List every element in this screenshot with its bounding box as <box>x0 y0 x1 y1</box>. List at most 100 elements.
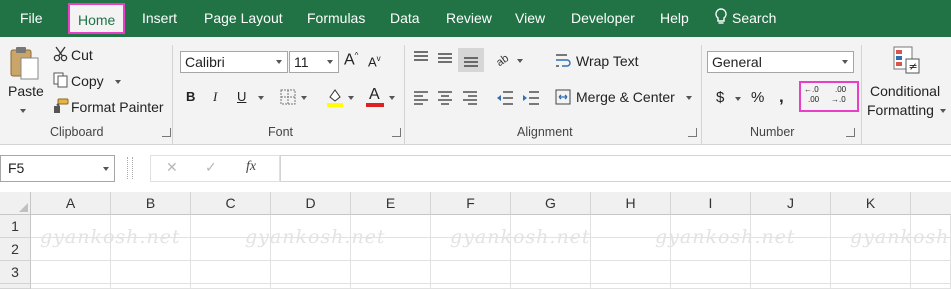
cell[interactable] <box>431 261 511 284</box>
align-center-icon[interactable] <box>437 91 453 105</box>
comma-style-button[interactable]: , <box>779 87 784 107</box>
alignment-launcher-icon[interactable] <box>688 128 697 137</box>
conditional-formatting-button[interactable]: ≠ Conditional Formatting <box>866 43 951 123</box>
font-size-dropdown-icon[interactable] <box>327 60 333 64</box>
column-header-e[interactable]: E <box>351 192 431 215</box>
tab-insert[interactable]: Insert <box>142 0 177 37</box>
select-all-button[interactable] <box>0 192 31 215</box>
cancel-entry-button[interactable]: ✕ <box>166 159 178 176</box>
format-painter-button[interactable]: Format Painter <box>51 97 166 117</box>
borders-dropdown-icon[interactable] <box>301 96 307 100</box>
clipboard-launcher-icon[interactable] <box>162 128 171 137</box>
row-header-2[interactable]: 2 <box>0 238 31 261</box>
cell[interactable] <box>751 284 831 289</box>
underline-button[interactable]: U <box>237 89 246 104</box>
number-format-dropdown-icon[interactable] <box>842 60 848 64</box>
merge-center-button[interactable]: Merge & Center <box>555 87 700 107</box>
insert-function-button[interactable]: fx <box>246 159 256 175</box>
column-header-g[interactable]: G <box>511 192 591 215</box>
cell[interactable] <box>911 284 951 289</box>
cell[interactable] <box>911 261 951 284</box>
number-launcher-icon[interactable] <box>846 128 855 137</box>
percent-style-button[interactable]: % <box>751 89 764 106</box>
font-size-combo[interactable]: 11 <box>289 51 339 73</box>
cell[interactable] <box>191 261 271 284</box>
column-header-partial[interactable] <box>911 192 951 215</box>
column-header-j[interactable]: J <box>751 192 831 215</box>
cell[interactable] <box>31 284 111 289</box>
font-color-dropdown-icon[interactable] <box>389 96 395 100</box>
increase-font-size-button[interactable]: A^ <box>344 51 358 69</box>
copy-button[interactable]: Copy <box>51 71 131 91</box>
cell[interactable] <box>271 284 351 289</box>
cell[interactable] <box>351 261 431 284</box>
column-header-d[interactable]: D <box>271 192 351 215</box>
tab-file[interactable]: File <box>20 0 43 37</box>
accounting-format-dropdown-icon[interactable] <box>735 97 741 101</box>
font-color-button[interactable]: A <box>366 86 384 108</box>
column-header-b[interactable]: B <box>111 192 191 215</box>
tab-help[interactable]: Help <box>660 0 689 37</box>
copy-dropdown-icon[interactable] <box>115 80 121 84</box>
name-box-dropdown-icon[interactable] <box>103 167 109 171</box>
cell[interactable] <box>31 261 111 284</box>
column-header-i[interactable]: I <box>671 192 751 215</box>
decrease-indent-icon[interactable] <box>496 91 514 105</box>
decrease-font-size-button[interactable]: Av <box>368 54 381 69</box>
column-header-k[interactable]: K <box>831 192 911 215</box>
merge-center-dropdown-icon[interactable] <box>686 96 692 100</box>
paste-button[interactable]: Paste <box>6 43 46 123</box>
cell[interactable] <box>831 284 911 289</box>
conditional-formatting-dropdown-icon[interactable] <box>940 109 946 113</box>
font-launcher-icon[interactable] <box>392 128 401 137</box>
bold-button[interactable]: B <box>186 89 195 104</box>
number-format-combo[interactable]: General <box>707 51 854 73</box>
paste-dropdown-icon[interactable] <box>20 109 26 113</box>
cell[interactable] <box>511 261 591 284</box>
fill-color-icon[interactable] <box>326 87 344 107</box>
cell[interactable] <box>351 284 431 289</box>
cell[interactable] <box>191 284 271 289</box>
wrap-text-button[interactable]: Wrap Text <box>555 51 655 71</box>
cell[interactable] <box>111 261 191 284</box>
row-header-1[interactable]: 1 <box>0 215 31 238</box>
column-header-a[interactable]: A <box>31 192 111 215</box>
column-header-f[interactable]: F <box>431 192 511 215</box>
cell[interactable] <box>751 261 831 284</box>
row-header-3[interactable]: 3 <box>0 261 31 284</box>
align-left-icon[interactable] <box>413 91 429 105</box>
column-header-h[interactable]: H <box>591 192 671 215</box>
row-header-partial[interactable] <box>0 284 31 289</box>
cell[interactable] <box>111 284 191 289</box>
fill-color-dropdown-icon[interactable] <box>348 96 354 100</box>
tab-home[interactable]: Home <box>68 3 126 34</box>
enter-button[interactable]: ✓ <box>205 159 217 176</box>
tab-formulas[interactable]: Formulas <box>307 0 365 37</box>
orientation-icon[interactable]: ab <box>494 50 512 66</box>
borders-icon[interactable] <box>280 89 296 105</box>
middle-align-icon[interactable] <box>437 51 453 65</box>
cell[interactable] <box>591 284 671 289</box>
search-box[interactable]: Search <box>714 0 776 37</box>
orientation-dropdown-icon[interactable] <box>517 59 523 63</box>
underline-dropdown-icon[interactable] <box>258 96 264 100</box>
bottom-align-button[interactable] <box>458 48 484 72</box>
tab-view[interactable]: View <box>515 0 545 37</box>
tab-data[interactable]: Data <box>390 0 420 37</box>
font-name-dropdown-icon[interactable] <box>276 60 282 64</box>
font-name-combo[interactable]: Calibri <box>180 51 288 73</box>
cell[interactable] <box>671 261 751 284</box>
cell[interactable] <box>671 284 751 289</box>
cell[interactable] <box>431 284 511 289</box>
italic-button[interactable]: I <box>213 89 217 105</box>
decrease-decimal-button[interactable]: .00 →.0 <box>831 85 855 109</box>
column-header-c[interactable]: C <box>191 192 271 215</box>
formula-input[interactable] <box>280 155 951 182</box>
cell[interactable] <box>591 261 671 284</box>
cell[interactable] <box>511 284 591 289</box>
increase-indent-icon[interactable] <box>522 91 540 105</box>
accounting-format-button[interactable]: $ <box>716 89 724 106</box>
cell[interactable] <box>271 261 351 284</box>
tab-developer[interactable]: Developer <box>571 0 635 37</box>
increase-decimal-button[interactable]: ←.0 .00 <box>804 85 828 109</box>
